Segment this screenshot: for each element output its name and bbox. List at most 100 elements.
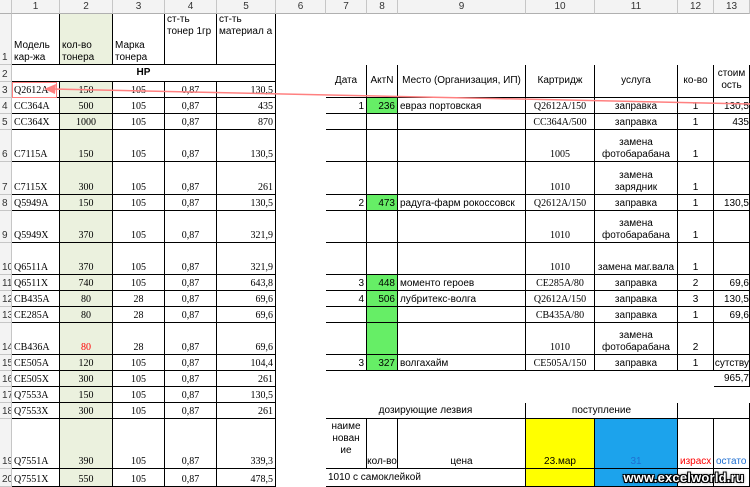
right-cell-service[interactable]: заправка [595,98,678,114]
left-cell-brand[interactable]: 105 [113,243,165,275]
right-cell-cart[interactable]: 1005 [526,130,595,162]
right-cell-service[interactable]: заправка [595,355,678,371]
left-cell-qty[interactable]: 80 [60,291,113,307]
header-service[interactable]: услуга [595,65,678,98]
left-cell-price[interactable]: 0,87 [165,275,217,291]
left-cell-qty[interactable]: 150 [60,195,113,211]
row-header-14[interactable]: 14 [0,323,12,355]
left-cell-price[interactable]: 0,87 [165,355,217,371]
left-cell-model[interactable]: Q7551X [12,469,60,487]
empty-cell[interactable] [678,403,750,419]
header-dosing-qty[interactable]: кол-во [367,419,398,469]
left-cell-price[interactable]: 0,87 [165,114,217,130]
header-name[interactable]: наиме нован ие [326,419,367,469]
right-cell-date[interactable]: 1 [326,98,367,114]
right-cell-cost[interactable]: 69,6 [714,307,750,323]
row-header-3[interactable]: 3 [0,82,12,98]
select-all-corner[interactable] [0,0,12,14]
right-cell-place[interactable] [398,243,526,275]
col-header-6[interactable]: 6 [276,0,326,14]
header-model[interactable]: Модель кар-жа [12,14,60,65]
right-cell-date[interactable]: 4 [326,291,367,307]
right-cell-place[interactable]: радуга-фарм рокоссовск [398,195,526,211]
right-cell-cart[interactable]: 1010 [526,243,595,275]
right-cell-act[interactable] [367,114,398,130]
left-cell-qty[interactable]: 150 [60,130,113,162]
right-cell-cost[interactable] [714,130,750,162]
right-cell-cost[interactable]: 130,5 [714,291,750,307]
right-cell-cart[interactable]: CC364A/500 [526,114,595,130]
left-cell-price[interactable]: 0,87 [165,307,217,323]
left-cell-cost[interactable]: 643,8 [217,275,276,291]
left-cell-brand[interactable]: 28 [113,291,165,307]
right-cell-cost[interactable]: 130,5 [714,98,750,114]
left-cell-price[interactable]: 0,87 [165,195,217,211]
arrival-title[interactable]: поступление [526,403,678,419]
right-cell-count[interactable]: 1 [678,195,714,211]
left-cell-cost[interactable]: 69,6 [217,323,276,355]
left-cell-brand[interactable]: 105 [113,387,165,403]
left-cell-qty[interactable]: 740 [60,275,113,291]
right-cell-cart[interactable]: CB435A/80 [526,307,595,323]
right-cell-place[interactable]: волгахайм [398,355,526,371]
left-cell-model[interactable]: Q6511X [12,275,60,291]
left-cell-cost[interactable]: 104,4 [217,355,276,371]
left-cell-model[interactable]: Q7553X [12,403,60,419]
left-cell-qty[interactable]: 80 [60,307,113,323]
left-cell-qty[interactable]: 120 [60,355,113,371]
row-header-16[interactable]: 16 [0,371,12,387]
total-cost[interactable]: 965,7 [714,371,750,387]
left-cell-cost[interactable]: 261 [217,371,276,387]
left-cell-brand[interactable]: 28 [113,307,165,323]
right-cell-service[interactable]: замена фотобарабана [595,323,678,355]
right-cell-place[interactable] [398,130,526,162]
left-cell-model[interactable]: CB435A [12,291,60,307]
right-cell-service[interactable]: заправка [595,275,678,291]
right-cell-act[interactable] [367,130,398,162]
right-cell-place[interactable]: моменто героев [398,275,526,291]
right-cell-place[interactable]: евраз портовская [398,98,526,114]
row-header-11[interactable]: 11 [0,275,12,291]
right-cell-count[interactable]: 1 [678,243,714,275]
left-cell-cost[interactable]: 130,5 [217,387,276,403]
header-price-gram[interactable]: ст-ть тонер 1гр [165,14,217,65]
right-cell-count[interactable]: 1 [678,211,714,243]
left-cell-cost[interactable]: 130,5 [217,82,276,98]
left-cell-cost[interactable]: 321,9 [217,243,276,275]
right-cell-cost[interactable]: сутству [714,355,750,371]
left-cell-brand[interactable]: 105 [113,162,165,195]
right-cell-act[interactable] [367,307,398,323]
right-cell-act[interactable]: 327 [367,355,398,371]
left-cell-price[interactable]: 0,87 [165,130,217,162]
right-cell-date[interactable]: 3 [326,355,367,371]
arrival-date-1[interactable]: 23.мар [526,419,595,469]
left-cell-brand[interactable]: 105 [113,195,165,211]
row-header-17[interactable]: 17 [0,387,12,403]
col-header-12[interactable]: 12 [678,0,714,14]
right-cell-service[interactable]: заправка [595,291,678,307]
right-cell-service[interactable]: замена зарядник [595,162,678,195]
left-cell-cost[interactable]: 321,9 [217,211,276,243]
right-cell-act[interactable] [367,162,398,195]
right-cell-date[interactable] [326,243,367,275]
left-cell-qty[interactable]: 80 [60,323,113,355]
right-cell-cart[interactable]: CE505A/150 [526,355,595,371]
left-cell-price[interactable]: 0,87 [165,82,217,98]
left-cell-brand[interactable]: 105 [113,275,165,291]
right-cell-count[interactable]: 1 [678,162,714,195]
right-cell-count[interactable]: 2 [678,275,714,291]
row-header-5[interactable]: 5 [0,114,12,130]
header-date[interactable]: Дата [326,65,367,98]
right-cell-place[interactable] [398,211,526,243]
right-cell-cost[interactable] [714,211,750,243]
right-cell-count[interactable]: 1 [678,98,714,114]
left-cell-model[interactable]: Q7553A [12,387,60,403]
right-cell-date[interactable] [326,162,367,195]
left-cell-cost[interactable]: 69,6 [217,291,276,307]
left-cell-price[interactable]: 0,87 [165,403,217,419]
row-header-12[interactable]: 12 [0,291,12,307]
row-header-2[interactable]: 2 [0,65,12,82]
left-cell-cost[interactable]: 339,3 [217,419,276,469]
left-cell-qty[interactable]: 500 [60,98,113,114]
right-cell-cart[interactable]: Q2612A/150 [526,291,595,307]
